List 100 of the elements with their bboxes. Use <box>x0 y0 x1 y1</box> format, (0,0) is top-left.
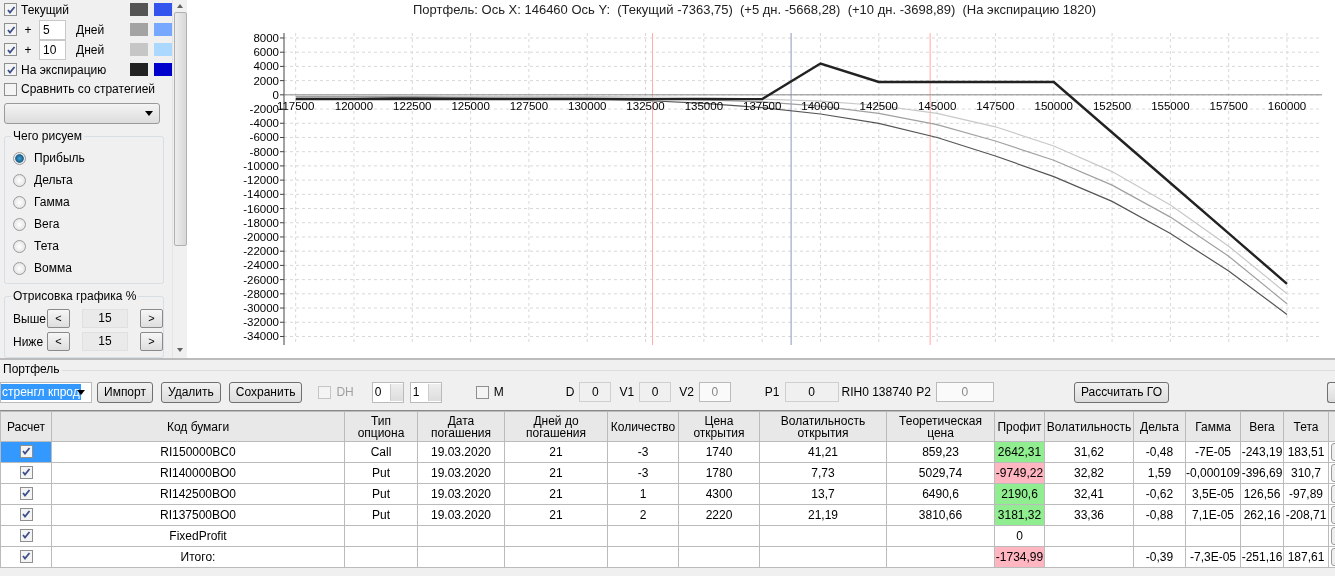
table-cell: 32,82 <box>1044 462 1134 484</box>
axis-tick-label: 130000 <box>568 99 607 112</box>
row-label: Ниже <box>13 334 43 349</box>
table-cell: 1740 <box>678 441 760 463</box>
axis-tick-label: -8000 <box>249 145 279 158</box>
table-cell: 126,56 <box>1240 483 1284 505</box>
field-label: V2 <box>679 385 694 399</box>
table-cell: 21 <box>504 462 608 484</box>
axis-tick-label: 135000 <box>684 99 724 112</box>
table-cell: 4300 <box>678 483 760 505</box>
table-cell: FixedProfit <box>51 525 345 547</box>
table-cell: Put <box>344 462 418 484</box>
radio-label: Дельта <box>34 173 73 187</box>
field-label: P2 <box>916 385 931 399</box>
radio-label: Вомма <box>34 261 72 275</box>
table-cell: -0,48 <box>1133 441 1186 463</box>
axis-tick-label: 152500 <box>1092 99 1132 112</box>
axis-tick-label: -16000 <box>243 202 279 215</box>
axis-tick-label: -12000 <box>243 174 279 187</box>
table-cell: 5029,74 <box>886 462 995 484</box>
table-cell: 6490,6 <box>886 483 995 505</box>
field-label: D <box>565 385 575 399</box>
table-cell: -0,000109 <box>1185 462 1241 484</box>
table-cell: 21 <box>504 441 608 463</box>
axis-tick-label: 120000 <box>334 99 374 112</box>
axis-tick-label: 2000 <box>253 74 279 87</box>
table-cell: Call <box>344 441 418 463</box>
axis-tick-label: -32000 <box>243 316 279 329</box>
radio-label: Прибыль <box>34 151 85 165</box>
table-cell: -251,16 <box>1240 546 1284 568</box>
table-cell: Итого: <box>51 546 345 568</box>
axis-tick-label: 142500 <box>859 99 898 112</box>
table-cell: 262,16 <box>1240 504 1284 526</box>
table-cell: 21 <box>504 483 608 505</box>
table-cell: 1780 <box>678 462 760 484</box>
axis-tick-label: 137500 <box>743 99 782 112</box>
table-cell: 19.03.2020 <box>417 483 505 505</box>
table-cell: 1 <box>607 483 679 505</box>
axis-tick-label: 155000 <box>1151 99 1190 112</box>
section-title: Портфель <box>3 362 60 376</box>
table-cell: 187,61 <box>1283 546 1329 568</box>
axis-tick-label: 8000 <box>253 31 279 44</box>
table-cell: Put <box>344 504 418 526</box>
unit-label: Дней <box>76 42 106 57</box>
radio-label: Вега <box>34 217 60 231</box>
table-cell: 0 <box>994 525 1045 547</box>
axis-tick-label: -28000 <box>243 287 279 300</box>
axis-tick-label: -30000 <box>243 302 279 315</box>
table-cell: 3,5E-05 <box>1185 483 1241 505</box>
table-cell: RI150000BC0 <box>51 441 345 463</box>
axis-tick-label: -26000 <box>243 273 279 286</box>
chart-title: Портфель: Ось X: 146460 Ось Y: (Текущий -7363,75) (+5 дн. -5668,28) (+10 дн. -3698,89) (На экспирацию 1820) <box>412 1 1098 19</box>
radio-label: Гамма <box>34 195 70 209</box>
axis-tick-label: -34000 <box>243 330 279 343</box>
table-cell: 7,1E-05 <box>1185 504 1241 526</box>
table-cell: 13,7 <box>759 483 887 505</box>
group-title: Чего рисуем <box>11 129 84 143</box>
table-cell: 33,36 <box>1044 504 1134 526</box>
axis-tick-label: 125000 <box>451 99 490 112</box>
axis-tick-label: 150000 <box>1034 99 1073 112</box>
table-cell: 859,23 <box>886 441 995 463</box>
table-cell: 21,19 <box>759 504 887 526</box>
table-cell: 3810,66 <box>886 504 995 526</box>
group-title: Отрисовка графика % <box>11 289 139 303</box>
checkbox-label: M <box>493 385 504 399</box>
field-label: P1 <box>764 385 780 399</box>
plus-sign: + <box>23 42 33 57</box>
axis-tick-label: -24000 <box>243 259 279 272</box>
table-cell: 19.03.2020 <box>417 462 505 484</box>
table-cell: -0,39 <box>1133 546 1186 568</box>
table-cell: 21 <box>504 504 608 526</box>
axis-tick-label: 157500 <box>1209 99 1248 112</box>
axis-tick-label: 140000 <box>801 99 840 112</box>
table-cell: -7,3E-05 <box>1185 546 1241 568</box>
table-cell: Put <box>344 483 418 505</box>
axis-tick-label: -6000 <box>249 131 279 144</box>
curve-label: Текущий <box>21 2 70 17</box>
table-cell: 2 <box>607 504 679 526</box>
plus-sign: + <box>23 22 33 37</box>
axis-tick-label: 132500 <box>626 99 665 112</box>
axis-tick-label: 4000 <box>253 60 279 73</box>
field-label: V1 <box>619 385 635 399</box>
unit-label: Дней <box>76 22 106 37</box>
axis-tick-label: -14000 <box>243 188 279 201</box>
radio-label: Тета <box>34 239 59 253</box>
axis-tick-label: 147500 <box>976 99 1015 112</box>
axis-tick-label: 145000 <box>917 99 957 112</box>
table-cell: -0,88 <box>1133 504 1186 526</box>
table-cell: -7E-05 <box>1185 441 1241 463</box>
checkbox-label: Сравнить со стратегией <box>21 82 155 97</box>
table-cell: 19.03.2020 <box>417 441 505 463</box>
axis-tick-label: -4000 <box>249 117 279 130</box>
table-cell: -3 <box>607 441 679 463</box>
axis-tick-label: -22000 <box>243 245 279 258</box>
table-cell: RI142500BO0 <box>51 483 345 505</box>
axis-tick-label: 127500 <box>509 99 549 112</box>
axis-tick-label: -18000 <box>243 216 279 229</box>
table-cell: -208,71 <box>1283 504 1329 526</box>
table-cell: 31,62 <box>1044 441 1134 463</box>
curve-label: На экспирацию <box>21 62 108 77</box>
